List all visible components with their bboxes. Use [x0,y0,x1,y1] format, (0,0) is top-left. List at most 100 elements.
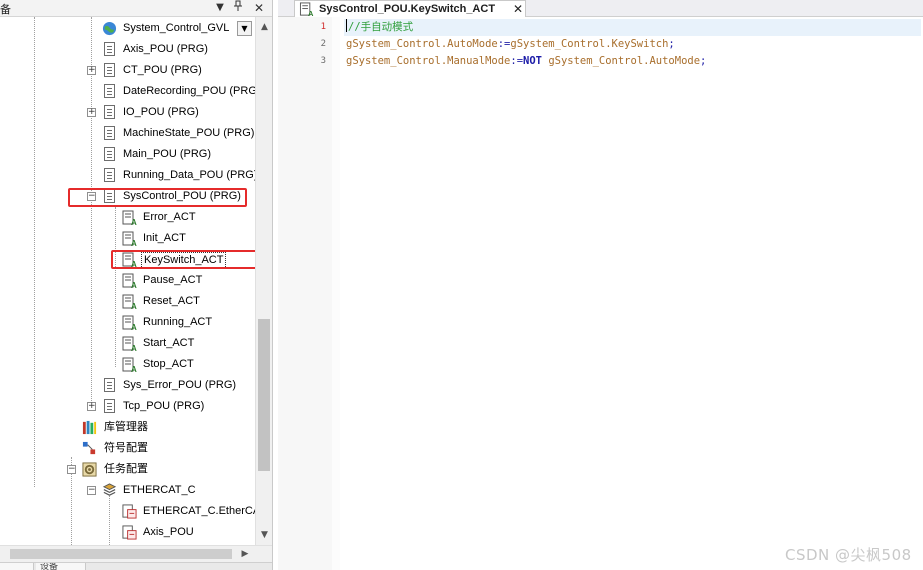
symbol-config-icon [82,441,96,455]
tree-item-pou[interactable]: DateRecording_POU (PRG) [0,82,255,102]
tree-item-ethercat-task[interactable]: − ETHERCAT_C [0,481,255,501]
collapse-icon[interactable]: − [87,486,96,495]
scroll-up-icon[interactable]: ▲ [256,19,272,35]
code-identifier: gSystem_Control.AutoMode [346,38,498,50]
pou-document-icon [104,42,115,56]
tree-item-task-config[interactable]: − 任务配置 [0,460,255,480]
action-icon: A [122,231,137,247]
tree-horizontal-scrollbar[interactable]: ▶ [0,545,272,562]
svg-text:A: A [131,281,137,289]
svg-text:A: A [131,302,137,310]
tree-item-label: Tcp_POU (PRG) [123,400,205,412]
tree-item-label: ETHERCAT_C [123,484,196,496]
tree-item-label: Start_ACT [143,337,195,349]
pou-document-icon [104,399,115,413]
line-number: 2 [320,39,326,49]
code-operator: := [497,38,511,50]
close-tab-icon[interactable]: ✕ [513,1,523,17]
svg-text:A: A [131,365,137,373]
tree-item-pou[interactable]: + IO_POU (PRG) [0,103,255,123]
tree-item-task-call[interactable]: Axis_POU [0,523,255,543]
tree-item-action[interactable]: A Running_ACT [0,313,255,333]
tree-item-label: Init_ACT [143,232,186,244]
bottom-tab-devices[interactable]: 设备 [36,563,86,570]
tree-item-action[interactable]: A Pause_ACT [0,271,255,291]
tree-item-pou[interactable]: Main_POU (PRG) [0,145,255,165]
tree-vertical-scrollbar[interactable]: ▲ ▼ [255,17,272,545]
tree-item-label: 任务配置 [104,463,148,475]
gvl-dropdown-button[interactable]: ▼ [237,21,252,36]
panel-header: 备 ▼ ✕ [0,0,272,17]
action-icon: A [122,294,137,310]
tree-item-label: System_Control_GVL [123,22,230,34]
line-number: 1 [320,22,326,32]
tree-item-library-manager[interactable]: 库管理器 [0,418,255,438]
tree-item-label: Stop_ACT [143,358,194,370]
pou-document-icon [104,378,115,392]
tree-item-action[interactable]: A Error_ACT [0,208,255,228]
action-icon: A [122,210,137,226]
tree-item-action[interactable]: A Start_ACT [0,334,255,354]
expand-icon[interactable]: + [87,108,96,117]
tree-item-pou[interactable]: + Tcp_POU (PRG) [0,397,255,417]
tree-item-label: Error_ACT [143,211,196,223]
panel-close-button[interactable]: ✕ [252,0,266,16]
tree-item-pou[interactable]: MachineState_POU (PRG) [0,124,255,144]
line-number: 3 [320,56,326,66]
scroll-down-icon[interactable]: ▼ [256,527,272,543]
line-number-gutter: 1 2 3 [278,17,340,570]
editor-tab-keyswitch-act[interactable]: A SysControl_POU.KeySwitch_ACT ✕ [294,0,526,17]
scroll-thumb[interactable] [258,319,270,471]
expand-icon[interactable]: + [87,402,96,411]
tree-item-pou[interactable]: + CT_POU (PRG) [0,61,255,81]
tree-item-action[interactable]: A Reset_ACT [0,292,255,312]
scroll-thumb[interactable] [10,549,232,559]
code-terminator: ; [700,55,707,67]
code-editor[interactable]: 1 2 3 //手自动模式 gSystem_Control.AutoMode:=… [278,17,923,570]
highlight-box-keyswitch [111,250,255,269]
tree-item-label: MachineState_POU (PRG) [123,127,255,139]
task-config-icon [82,462,97,477]
tree-item-label: IO_POU (PRG) [123,106,199,118]
tab-title: SysControl_POU.KeySwitch_ACT [319,3,496,15]
tree-item-label: DateRecording_POU (PRG) [123,85,255,97]
code-line[interactable]: //手自动模式 [344,19,921,36]
globe-icon [102,21,117,36]
code-keyword: NOT [523,55,542,67]
collapse-icon[interactable]: − [67,465,76,474]
pou-document-icon [104,84,115,98]
tree-item-label: Pause_ACT [143,274,203,286]
svg-text:A: A [308,9,314,17]
code-identifier: gSystem_Control.ManualMode [346,55,511,67]
code-line[interactable]: gSystem_Control.ManualMode:=NOT gSystem_… [346,53,706,70]
tree-item-pou[interactable]: Axis_POU (PRG) [0,40,255,60]
tree-item-action[interactable]: A Stop_ACT [0,355,255,375]
code-terminator: ; [668,38,675,50]
action-icon: A [122,273,137,289]
tree-item-label: Reset_ACT [143,295,200,307]
text-cursor [346,19,347,32]
pou-document-icon [104,147,115,161]
tree-item-pou[interactable]: Running_Data_POU (PRG) [0,166,255,186]
tree-item-label: Running_Data_POU (PRG) [123,169,255,181]
code-line[interactable]: gSystem_Control.AutoMode:=gSystem_Contro… [346,36,675,53]
scroll-right-icon[interactable]: ▶ [237,546,253,562]
panel-menu-button[interactable]: ▼ [213,0,227,16]
bottom-tab[interactable] [0,563,34,570]
highlight-box-syscontrol [68,188,247,207]
svg-text:A: A [131,344,137,352]
tree-item-label: Axis_POU (PRG) [123,43,208,55]
tree-item-gvl[interactable]: System_Control_GVL ▼ [0,19,255,39]
tree-item-symbol-config[interactable]: 符号配置 [0,439,255,459]
tree-item-pou[interactable]: Sys_Error_POU (PRG) [0,376,255,396]
pin-icon[interactable] [231,0,245,16]
expand-icon[interactable]: + [87,66,96,75]
action-icon: A [122,357,137,373]
code-operator: := [510,55,524,67]
svg-text:A: A [131,218,137,226]
action-icon: A [122,336,137,352]
gutter-margin [332,17,340,570]
tree-item-task-call[interactable]: ETHERCAT_C.EtherCAT [0,502,255,522]
tree-item-label: Axis_POU [143,526,194,538]
tree-item-action[interactable]: A Init_ACT [0,229,255,249]
